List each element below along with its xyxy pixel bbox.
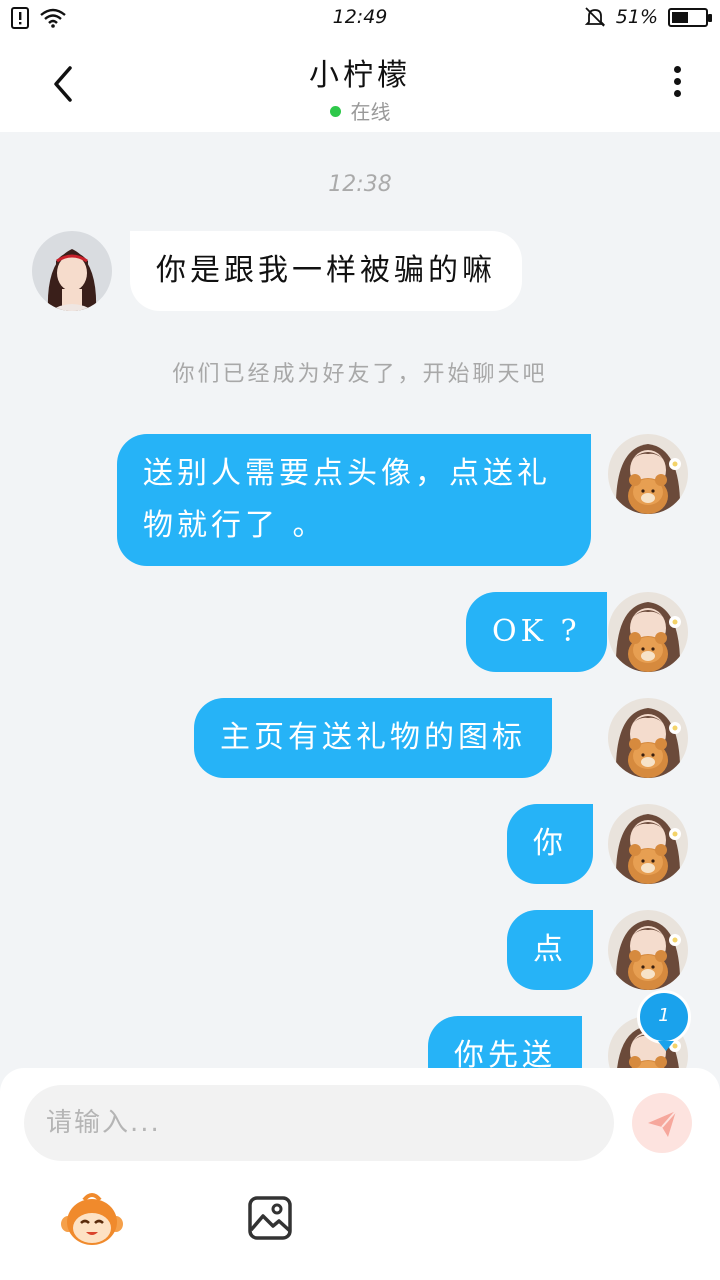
- message-bubble-incoming[interactable]: 你是跟我一样被骗的嘛: [130, 231, 522, 311]
- presence-status: 在线: [0, 96, 720, 125]
- image-icon: [248, 1196, 292, 1240]
- message-bubble-outgoing[interactable]: 你先送: [428, 1016, 582, 1068]
- message-timestamp: 12:38: [328, 172, 392, 197]
- system-message: 你们已经成为好友了，开始聊天吧: [172, 362, 548, 387]
- user-avatar[interactable]: [608, 804, 688, 884]
- status-bar: 12:49 51%: [0, 0, 720, 36]
- user-avatar[interactable]: [608, 592, 688, 672]
- send-button[interactable]: [632, 1093, 692, 1153]
- more-options-button[interactable]: [662, 66, 692, 106]
- unread-count-badge[interactable]: 1: [637, 990, 691, 1051]
- emoji-button[interactable]: [60, 1192, 124, 1248]
- chat-header: 小柠檬 在线: [0, 36, 720, 132]
- battery-text: 51%: [615, 6, 658, 28]
- message-bubble-outgoing[interactable]: OK ?: [466, 592, 607, 672]
- mute-bell-icon: [584, 7, 605, 27]
- chat-title: 小柠檬: [309, 58, 411, 93]
- user-avatar[interactable]: [608, 910, 688, 990]
- message-bubble-outgoing[interactable]: 送别人需要点头像，点送礼物就行了 。: [117, 434, 591, 566]
- paper-plane-icon: [648, 1110, 677, 1137]
- image-button[interactable]: [248, 1196, 292, 1240]
- message-bubble-outgoing[interactable]: 主页有送礼物的图标: [194, 698, 552, 778]
- presence-label: 在线: [350, 100, 391, 124]
- message-bubble-outgoing[interactable]: 你: [507, 804, 593, 884]
- online-dot-icon: [329, 106, 341, 117]
- more-vertical-icon: [673, 66, 681, 73]
- contact-avatar[interactable]: [32, 231, 112, 311]
- user-avatar[interactable]: [608, 698, 688, 778]
- message-composer: [0, 1068, 720, 1280]
- message-input[interactable]: [24, 1085, 614, 1161]
- battery-icon: [668, 7, 712, 27]
- chat-messages[interactable]: 12:38 你是跟我一样被骗的嘛 你们已经成为好友了，开始聊天吧 送别人需要点头…: [0, 132, 720, 1068]
- monkey-emoji-icon: [61, 1193, 123, 1245]
- user-avatar[interactable]: [608, 434, 688, 514]
- message-bubble-outgoing[interactable]: 点: [507, 910, 593, 990]
